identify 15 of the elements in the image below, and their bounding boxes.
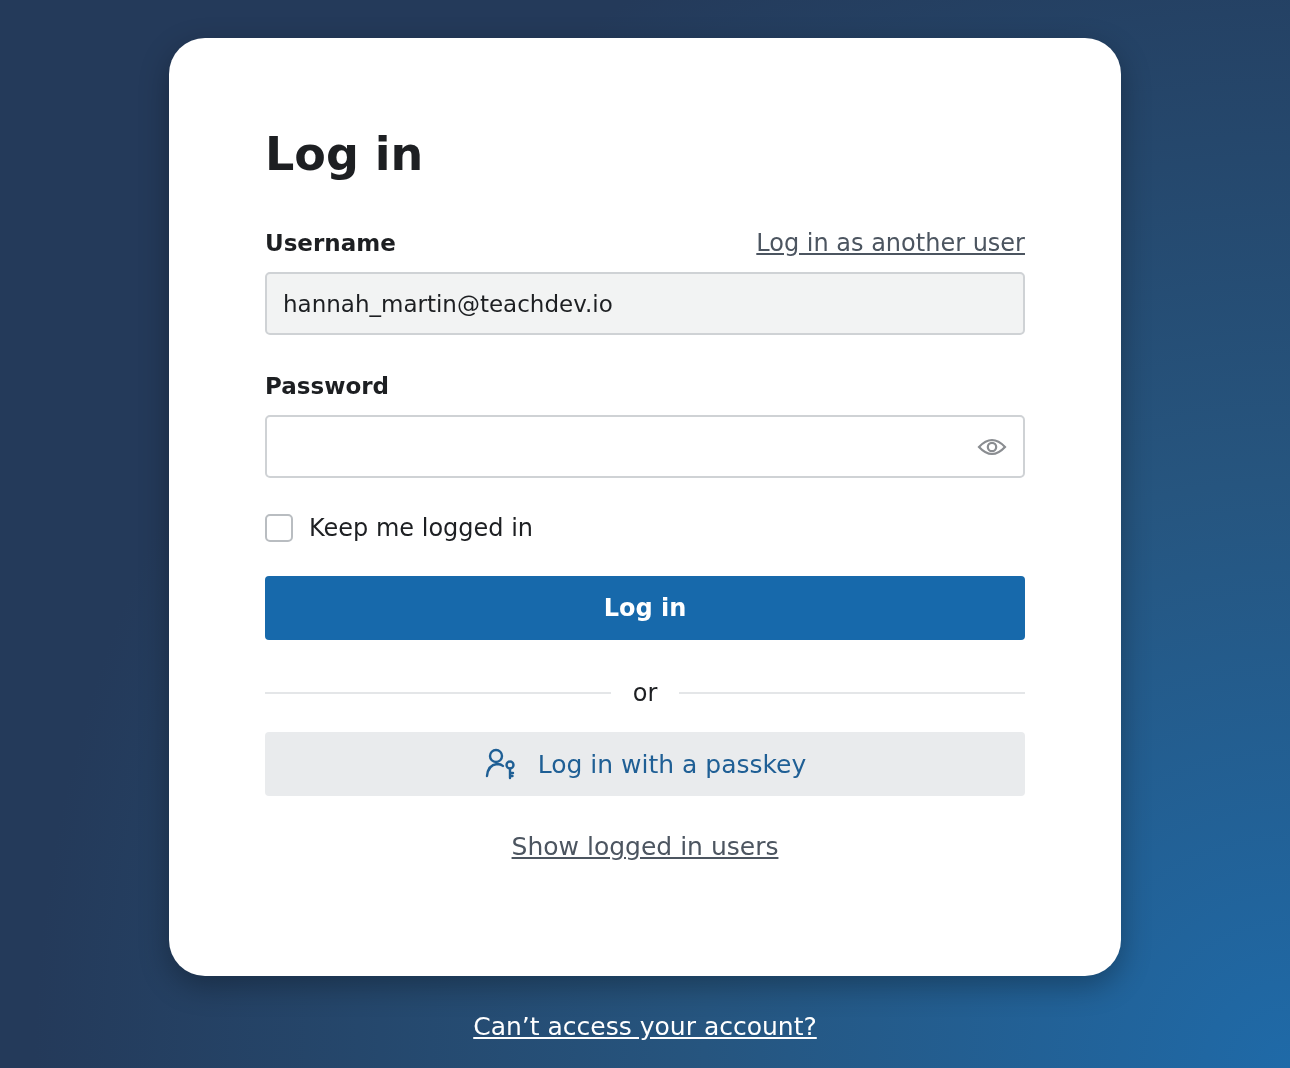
login-button[interactable]: Log in [265, 576, 1025, 640]
another-user-link[interactable]: Log in as another user [756, 229, 1025, 257]
password-label: Password [265, 373, 389, 399]
person-key-icon [483, 747, 518, 781]
keep-logged-in-label: Keep me logged in [309, 514, 534, 542]
username-field[interactable]: hannah_martin@teachdev.io [265, 272, 1025, 335]
keep-logged-in-checkbox[interactable] [265, 514, 293, 542]
page-title: Log in [265, 126, 425, 182]
separator-text: or [632, 679, 658, 707]
show-users-link[interactable]: Show logged in users [511, 832, 779, 861]
password-field[interactable] [265, 415, 1025, 478]
show-password-icon[interactable] [977, 436, 1007, 457]
cant-access-link[interactable]: Can’t access your account? [473, 1012, 817, 1041]
passkey-button[interactable]: Log in with a passkey [265, 732, 1025, 796]
username-label: Username [265, 230, 396, 256]
